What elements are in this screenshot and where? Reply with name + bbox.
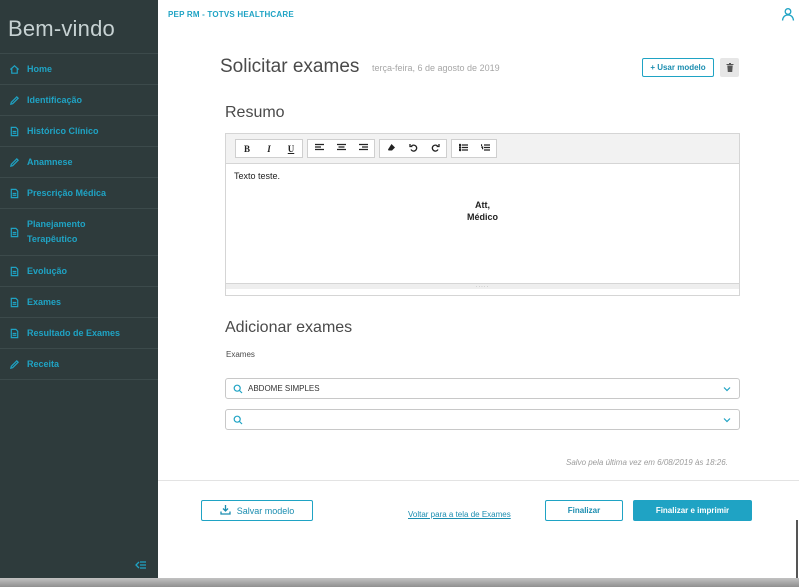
delete-button[interactable] [720, 58, 739, 77]
sidebar-item-exames[interactable]: Exames [0, 287, 158, 318]
sidebar-item-label: Anamnese [27, 156, 73, 167]
sidebar-item-label: Evolução [27, 265, 68, 276]
save-model-label: Salvar modelo [236, 505, 295, 516]
sidebar-item-anamnese[interactable]: Anamnese [0, 147, 158, 178]
sidebar-item-label: Resultado de Exames [27, 327, 121, 338]
editor-resize-handle[interactable]: ····· [226, 283, 739, 289]
footer-divider [158, 480, 799, 481]
align-center-button[interactable] [330, 140, 352, 157]
sidebar-item-label: Histórico Clínico [27, 125, 99, 136]
editor-signature: Att, Médico [226, 199, 739, 223]
numbered-list-icon [480, 143, 490, 154]
pencil-icon [8, 358, 20, 370]
use-model-button[interactable]: + Usar modelo [642, 58, 714, 77]
home-icon [8, 63, 20, 75]
collapse-menu-icon[interactable] [134, 558, 148, 572]
eraser-icon [387, 143, 396, 154]
chevron-down-icon [722, 384, 732, 394]
signature-line: Médico [466, 212, 498, 222]
document-icon [8, 327, 20, 339]
editor-text: Texto teste. [234, 171, 281, 181]
sidebar-item-planejamento-terapeutico[interactable]: Planejamento Terapêutico [0, 209, 158, 256]
sidebar-item-prescricao-medica[interactable]: Prescrição Médica [0, 178, 158, 209]
underline-button[interactable]: U [280, 140, 302, 157]
document-icon [8, 125, 20, 137]
bullet-list-button[interactable] [452, 140, 474, 157]
redo-button[interactable] [424, 140, 446, 157]
exam-select[interactable]: ABDOME SIMPLES [225, 378, 740, 399]
save-model-button[interactable]: Salvar modelo [201, 500, 313, 521]
undo-button[interactable] [402, 140, 424, 157]
sidebar-item-resultado-de-exames[interactable]: Resultado de Exames [0, 318, 158, 349]
download-icon [220, 504, 231, 517]
search-icon [233, 415, 243, 425]
sidebar-item-label: Planejamento Terapêutico [27, 219, 86, 244]
sidebar-item-identificacao[interactable]: Identificação [0, 85, 158, 116]
pencil-icon [8, 94, 20, 106]
sidebar-item-label: Home [27, 63, 53, 74]
sidebar: Bem-vindo Home Identificação Histórico C… [0, 0, 158, 578]
editor-toolbar: B I U [226, 134, 739, 164]
breadcrumb[interactable]: PEP RM - TOTVS HEALTHCARE [168, 10, 294, 19]
exams-field-label: Exames [226, 350, 255, 359]
top-bar: PEP RM - TOTVS HEALTHCARE [158, 0, 799, 29]
sidebar-item-label: Identificação [27, 94, 83, 105]
window-bottom-shadow [0, 578, 799, 587]
undo-icon [408, 143, 418, 154]
sidebar-item-home[interactable]: Home [0, 54, 158, 85]
italic-button[interactable]: I [258, 140, 280, 157]
bold-button[interactable]: B [236, 140, 258, 157]
sidebar-item-label: Prescrição Médica [27, 187, 107, 198]
signature-line: Att, [475, 200, 490, 210]
align-left-icon [314, 143, 324, 154]
pencil-icon [8, 156, 20, 168]
summary-title: Resumo [225, 104, 285, 121]
rich-text-editor: B I U Texto teste. Att, Médico ····· [225, 133, 740, 296]
last-saved-text: Salvo pela última vez em 6/08/2019 às 18… [566, 458, 728, 467]
bullet-list-icon [458, 143, 468, 154]
document-icon [8, 187, 20, 199]
search-icon [233, 384, 243, 394]
redo-icon [431, 143, 440, 154]
align-right-icon [358, 143, 368, 154]
document-icon [8, 265, 20, 277]
sidebar-item-label: Receita [27, 358, 60, 369]
document-icon [8, 296, 20, 308]
window-edge [796, 520, 798, 578]
page-title: Solicitar exames [220, 56, 360, 77]
align-left-button[interactable] [308, 140, 330, 157]
sidebar-item-receita[interactable]: Receita [0, 349, 158, 380]
editor-content[interactable]: Texto teste. Att, Médico ····· [226, 164, 739, 289]
align-right-button[interactable] [352, 140, 374, 157]
sidebar-item-evolucao[interactable]: Evolução [0, 256, 158, 287]
exam-select-empty[interactable] [225, 409, 740, 430]
sidebar-item-label: Exames [27, 296, 62, 307]
finalize-print-button[interactable]: Finalizar e imprimir [633, 500, 752, 521]
document-icon [8, 226, 20, 238]
chevron-down-icon [722, 415, 732, 425]
exam-select-value: ABDOME SIMPLES [248, 384, 320, 393]
sidebar-item-historico-clinico[interactable]: Histórico Clínico [0, 116, 158, 147]
finalize-button[interactable]: Finalizar [545, 500, 623, 521]
sidebar-title: Bem-vindo [0, 0, 158, 54]
align-center-icon [336, 143, 346, 154]
clear-format-button[interactable] [380, 140, 402, 157]
numbered-list-button[interactable] [474, 140, 496, 157]
trash-icon [726, 59, 734, 77]
add-exams-title: Adicionar exames [225, 319, 353, 336]
page-date: terça-feira, 6 de agosto de 2019 [372, 63, 500, 73]
back-to-exams-link[interactable]: Voltar para a tela de Exames [408, 510, 511, 519]
user-icon[interactable] [781, 7, 795, 21]
